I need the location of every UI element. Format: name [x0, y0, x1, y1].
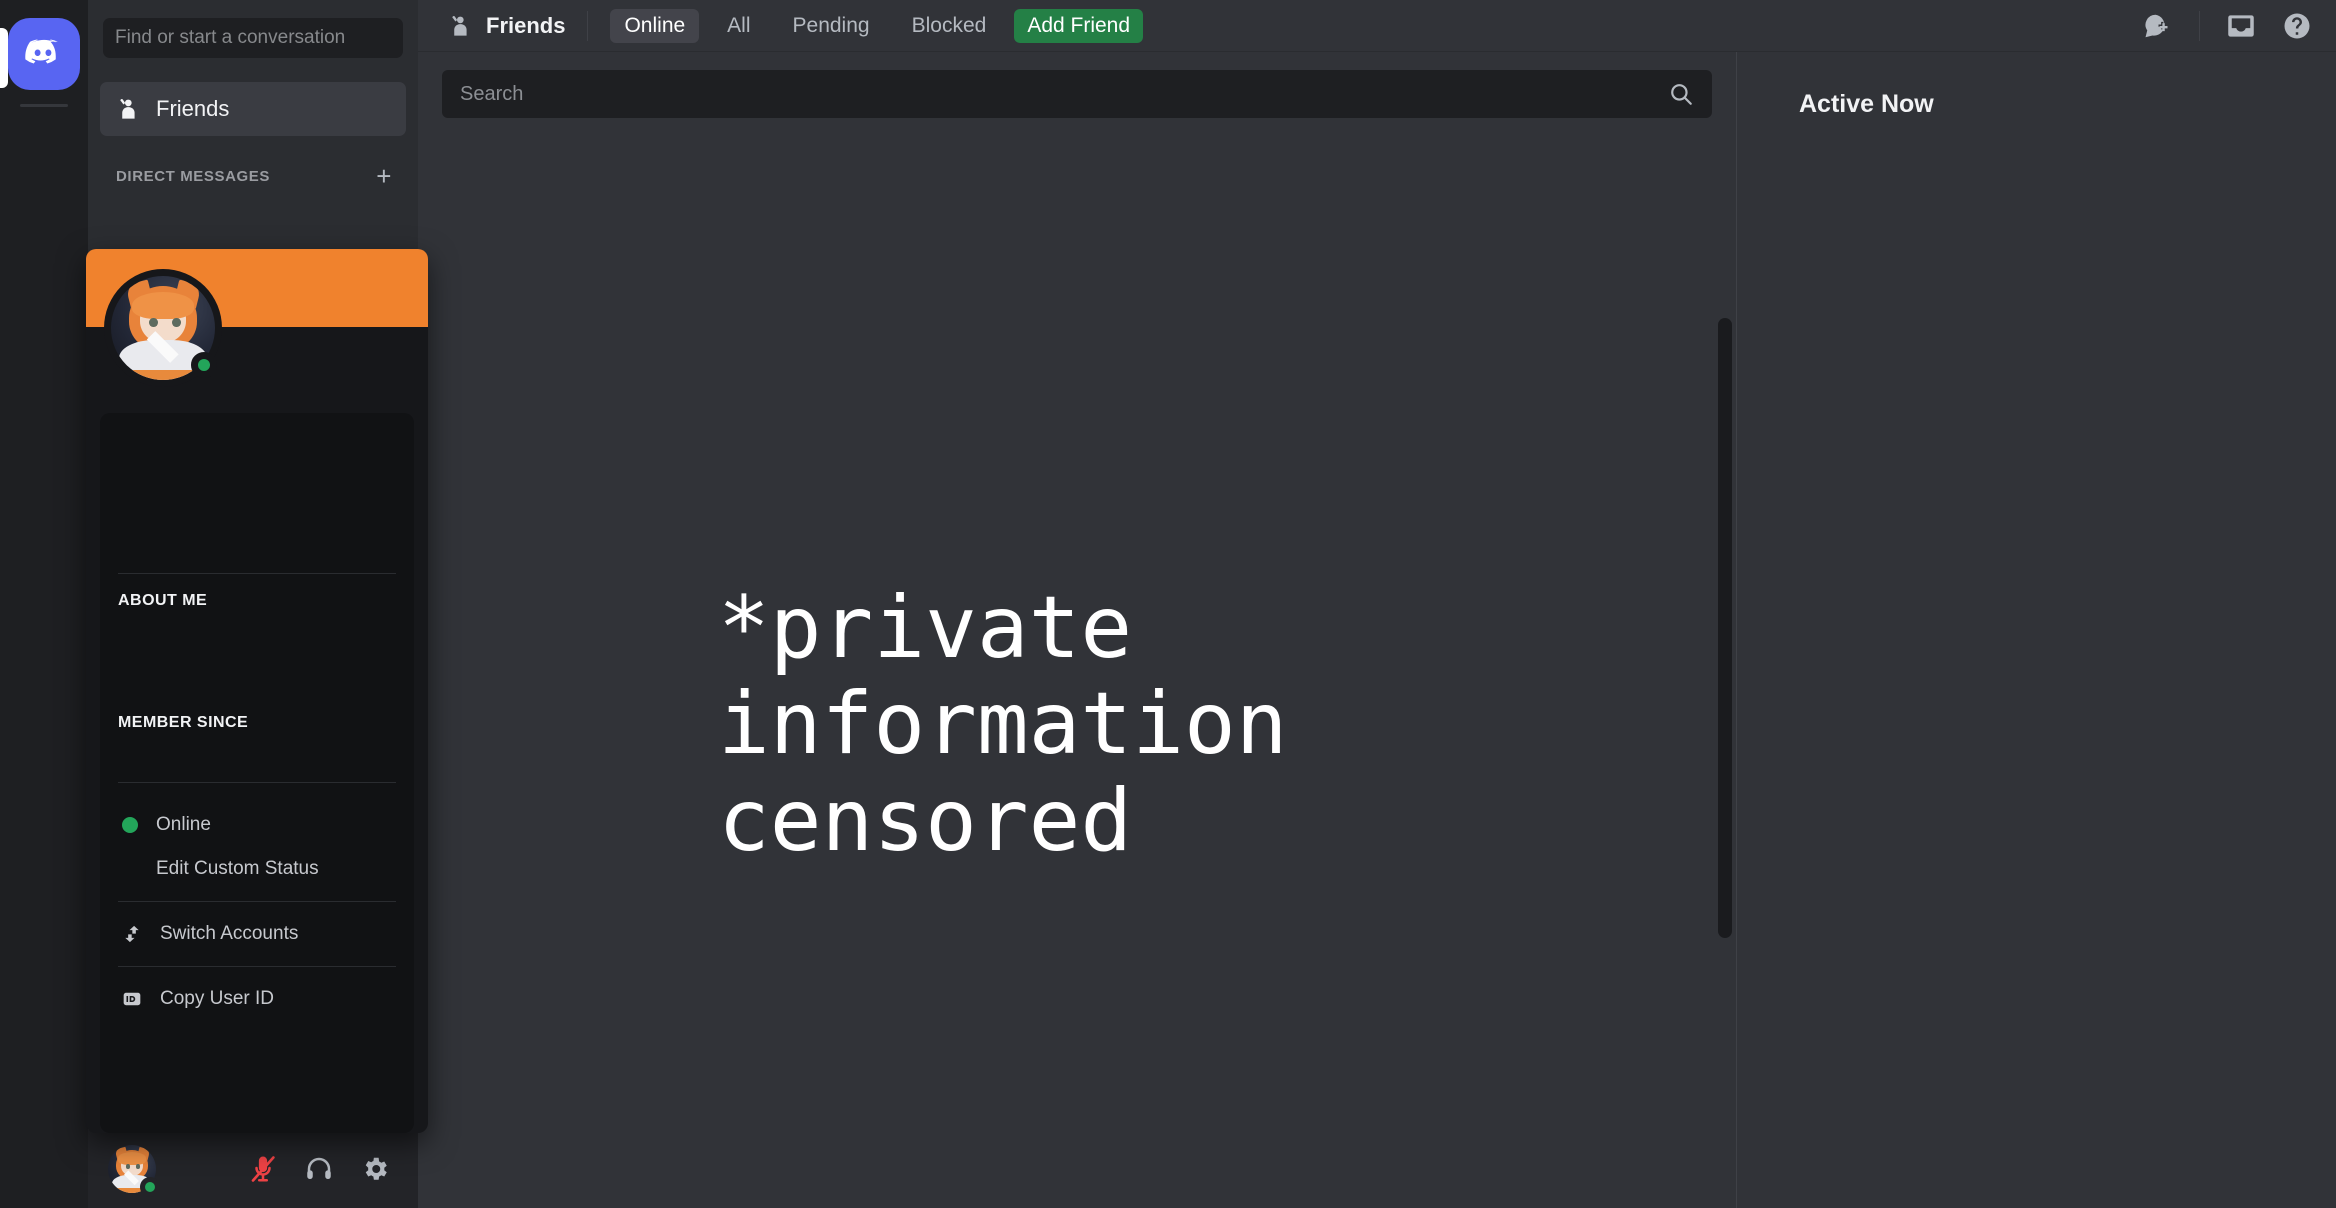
inbox-icon[interactable] [2226, 11, 2256, 41]
status-online-dot [122, 817, 138, 833]
plus-icon[interactable]: + [376, 163, 392, 189]
profile-avatar-row [86, 269, 428, 405]
tab-pending[interactable]: Pending [779, 9, 884, 43]
profile-name-area [118, 433, 396, 573]
user-panel [88, 1130, 418, 1208]
topbar-actions-divider [2199, 10, 2200, 41]
profile-divider-1 [118, 573, 396, 574]
status-badge-online [140, 1177, 160, 1197]
about-me-heading: ABOUT ME [118, 592, 208, 609]
friends-list-column: Search *private information censored [418, 52, 1736, 1208]
topbar-actions [2143, 10, 2312, 41]
content-row: Search *private information censored Act… [418, 52, 2336, 1208]
menu-item-online-label: Online [156, 814, 211, 835]
headset-icon[interactable] [304, 1154, 334, 1184]
profile-divider-2 [118, 782, 396, 783]
tab-blocked[interactable]: Blocked [898, 9, 1001, 43]
menu-item-edit-custom-status[interactable]: Edit Custom Status [118, 847, 396, 891]
sidebar-search-container: Find or start a conversation [88, 0, 418, 76]
page-title-label: Friends [486, 12, 566, 38]
menu-item-online[interactable]: Online [118, 803, 396, 847]
about-me-body [118, 610, 396, 714]
avatar[interactable] [108, 1145, 160, 1197]
discord-app-window: Find or start a conversation Friends DIR… [0, 0, 2336, 1208]
server-rail [0, 0, 88, 1208]
profile-details-card: ABOUT ME MEMBER SINCE Online Edit Custom… [100, 413, 414, 1133]
gear-icon[interactable] [360, 1154, 390, 1184]
topbar-divider [587, 10, 589, 41]
profile-divider-3 [118, 901, 396, 902]
new-group-dm-icon[interactable] [2143, 11, 2173, 41]
search-container: Search [418, 52, 1736, 118]
menu-item-copy-user-id-label: Copy User ID [160, 988, 275, 1009]
member-since-body [118, 732, 396, 772]
profile-menu: Online Edit Custom Status Switch Account… [118, 803, 396, 1027]
dm-category-label: DIRECT MESSAGES [116, 167, 271, 185]
search-icon [1671, 84, 1692, 105]
sidebar-item-friends[interactable]: Friends [100, 82, 406, 136]
profile-divider-4 [118, 966, 396, 967]
dm-category-header[interactable]: DIRECT MESSAGES + [100, 154, 406, 198]
censored-overlay-text: *private information censored [718, 578, 1288, 871]
friends-wave-icon [452, 15, 467, 36]
tab-online[interactable]: Online [610, 8, 700, 43]
main-column: Friends Online All Pending Blocked Add F… [418, 0, 2336, 1208]
friends-list-scrollbar[interactable] [1718, 318, 1732, 938]
id-badge-icon [123, 992, 141, 1006]
find-conversation-input[interactable]: Find or start a conversation [103, 18, 403, 58]
top-bar: Friends Online All Pending Blocked Add F… [418, 0, 2336, 52]
home-discord-button[interactable] [8, 18, 80, 90]
menu-item-copy-user-id[interactable]: Copy User ID [118, 977, 396, 1021]
active-now-title: Active Now [1799, 90, 1934, 118]
profile-status-badge-online [191, 352, 217, 378]
voice-controls [248, 1154, 406, 1184]
friends-wave-icon [120, 99, 135, 119]
discord-logo-icon [25, 39, 58, 64]
menu-item-switch-accounts[interactable]: Switch Accounts [118, 912, 396, 956]
microphone-muted-icon[interactable] [248, 1154, 278, 1184]
profile-avatar[interactable] [104, 269, 222, 387]
add-friend-button[interactable]: Add Friend [1014, 8, 1144, 43]
search-input[interactable]: Search [442, 70, 1712, 118]
active-now-panel: Active Now [1736, 52, 2336, 1208]
page-title: Friends [446, 13, 565, 39]
active-server-indicator [0, 28, 8, 88]
switch-accounts-icon [125, 925, 139, 943]
help-icon[interactable] [2282, 11, 2312, 41]
search-placeholder: Search [460, 82, 524, 105]
member-since-heading: MEMBER SINCE [118, 714, 249, 731]
user-profile-popout: ABOUT ME MEMBER SINCE Online Edit Custom… [86, 249, 428, 1133]
rail-divider [20, 104, 68, 107]
sidebar-friends-label: Friends [156, 96, 230, 121]
menu-item-edit-custom-status-label: Edit Custom Status [156, 858, 319, 879]
tab-all[interactable]: All [713, 9, 764, 43]
menu-item-switch-accounts-label: Switch Accounts [160, 923, 299, 944]
friends-list-body: *private information censored [418, 118, 1736, 1208]
